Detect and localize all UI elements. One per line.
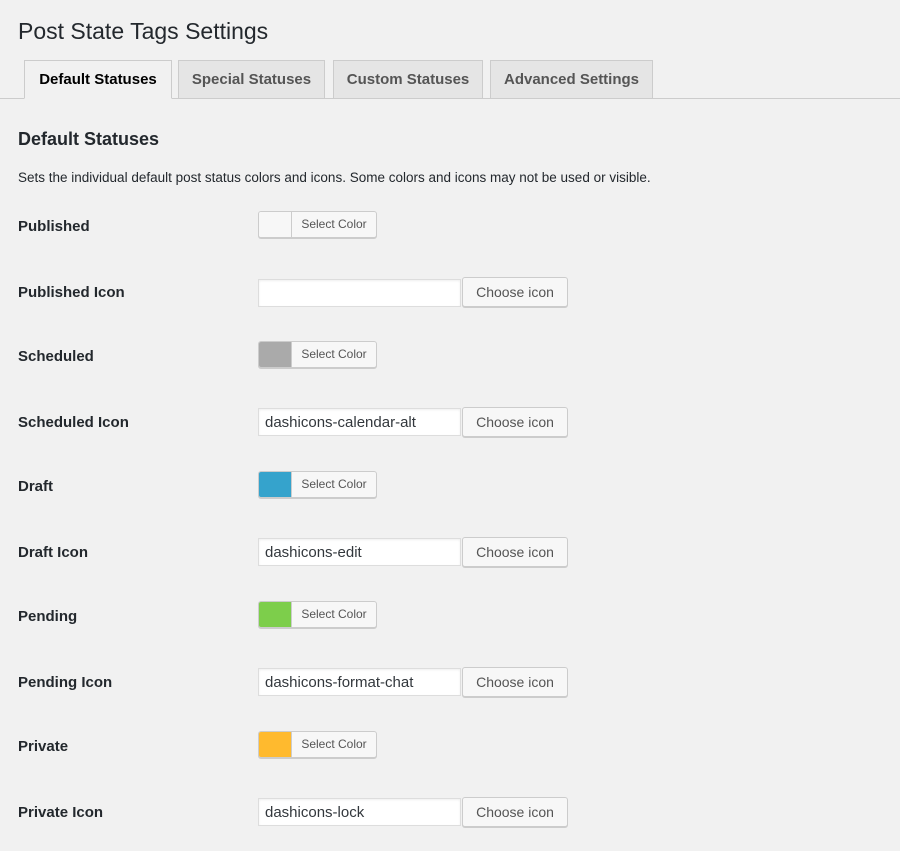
draft-color-picker[interactable]: Select Color — [258, 471, 377, 498]
pending-label: Pending — [18, 608, 78, 625]
published-choose-icon-button[interactable]: Choose icon — [462, 277, 568, 307]
select-color-label: Select Color — [301, 347, 367, 361]
scheduled-label: Scheduled — [18, 348, 94, 365]
published-icon-label: Published Icon — [18, 284, 125, 301]
draft-icon-label: Draft Icon — [18, 544, 89, 561]
tab-default-statuses[interactable]: Default Statuses — [24, 60, 172, 99]
scheduled-choose-icon-button[interactable]: Choose icon — [462, 407, 568, 437]
pending-choose-icon-button[interactable]: Choose icon — [462, 667, 568, 697]
published-color-picker[interactable]: Select Color — [258, 211, 377, 238]
scheduled-icon-input[interactable] — [258, 408, 461, 436]
draft-choose-icon-button[interactable]: Choose icon — [462, 537, 568, 567]
published-color-swatch — [259, 212, 292, 237]
tab-custom-statuses[interactable]: Custom Statuses — [333, 60, 483, 98]
pending-icon-label: Pending Icon — [18, 674, 113, 691]
published-label: Published — [18, 218, 90, 235]
scheduled-color-swatch — [259, 342, 292, 367]
draft-icon-input[interactable] — [258, 538, 461, 566]
scheduled-icon-label: Scheduled Icon — [18, 414, 129, 431]
private-icon-label: Private Icon — [18, 804, 104, 821]
select-color-label: Select Color — [301, 737, 367, 751]
published-icon-input[interactable] — [258, 279, 461, 307]
settings-tabs: Default Statuses Special Statuses Custom… — [0, 60, 900, 99]
select-color-label: Select Color — [301, 607, 367, 621]
private-label: Private — [18, 738, 69, 755]
private-choose-icon-button[interactable]: Choose icon — [462, 797, 568, 827]
pending-color-swatch — [259, 602, 292, 627]
private-icon-input[interactable] — [258, 798, 461, 826]
page-title: Post State Tags Settings — [18, 18, 269, 44]
scheduled-color-picker[interactable]: Select Color — [258, 341, 377, 368]
tab-advanced-settings[interactable]: Advanced Settings — [490, 60, 653, 98]
section-description: Sets the individual default post status … — [18, 170, 651, 185]
tab-special-statuses[interactable]: Special Statuses — [178, 60, 325, 98]
pending-icon-input[interactable] — [258, 668, 461, 696]
select-color-label: Select Color — [301, 217, 367, 231]
section-title: Default Statuses — [18, 129, 160, 149]
draft-color-swatch — [259, 472, 292, 497]
private-color-swatch — [259, 732, 292, 757]
draft-label: Draft — [18, 478, 54, 495]
pending-color-picker[interactable]: Select Color — [258, 601, 377, 628]
select-color-label: Select Color — [301, 477, 367, 491]
private-color-picker[interactable]: Select Color — [258, 731, 377, 758]
